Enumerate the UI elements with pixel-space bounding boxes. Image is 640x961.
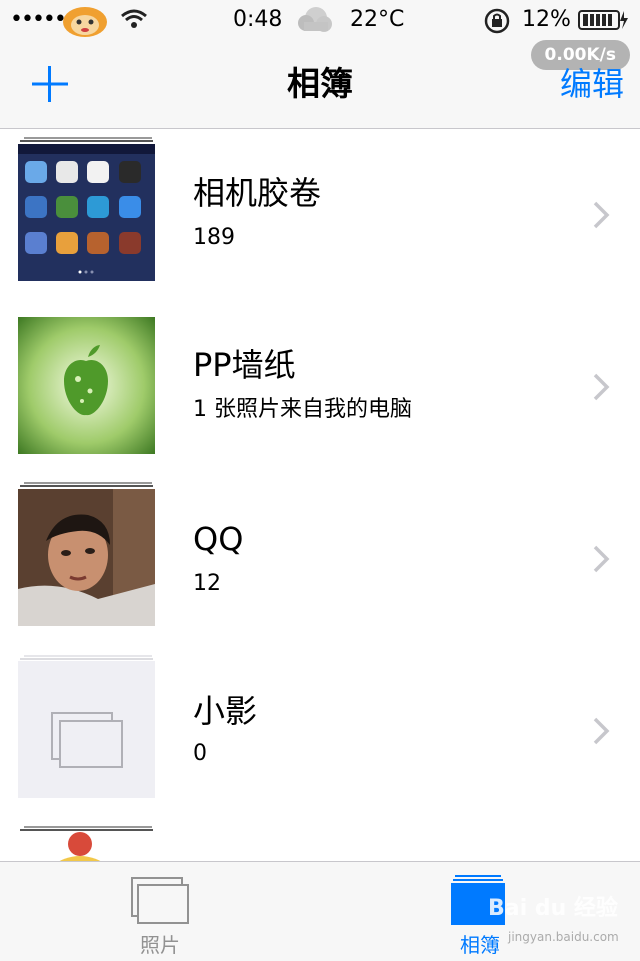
album-count: 1 张照片来自我的电脑 [193,397,412,422]
album-name: PP墙纸 [193,346,296,384]
album-count: 0 [193,741,207,766]
chevron-right-icon [593,717,610,745]
album-name: 小影 [193,692,258,730]
list-item[interactable]: QQ 12 [0,473,640,645]
clock-time: 0:48 [233,7,283,32]
stack-edge [20,658,153,660]
status-bar: ••••• 0:48 22°C 12% [0,0,640,40]
list-item[interactable]: PP墙纸 1 张照片来自我的电脑 [0,301,640,473]
cartoon-character-thumbnail [18,832,155,861]
chevron-right-icon [593,545,610,573]
list-item[interactable]: 相机胶卷 189 [0,129,640,301]
stack-edge [24,137,152,139]
stack-edge [24,826,152,828]
battery-percent: 12% [522,7,571,32]
album-list: 相机胶卷 189 PP墙纸 1 张照片来自我的电脑 QQ 12 小影 0 [0,129,640,861]
baidu-watermark: Bai du 经验 [488,896,618,921]
chevron-right-icon [593,201,610,229]
tab-photos[interactable]: 照片 [60,862,260,961]
stack-edge [20,485,153,487]
stack-edge [20,829,153,831]
list-item[interactable] [0,817,640,861]
stack-edge [24,655,152,657]
navigation-bar: 相簿 0.00K/s 编辑 [0,40,640,129]
edit-button[interactable]: 编辑 [560,62,624,106]
signal-strength: ••••• [10,7,67,32]
empty-album-icon [51,712,123,768]
iphone-homescreen-thumbnail [18,144,155,281]
tab-label: 照片 [140,933,180,957]
chevron-right-icon [593,373,610,401]
photos-icon [131,877,189,924]
wifi-icon [120,8,148,38]
empty-album-placeholder [18,661,155,798]
album-count: 12 [193,571,221,596]
selfie-photo-thumbnail [18,489,155,626]
album-count: 189 [193,225,235,250]
baidu-watermark-url: jingyan.baidu.com [508,930,619,944]
green-apple-wallpaper-thumbnail [18,317,155,454]
temperature: 22°C [350,7,405,32]
rotation-lock-icon [484,8,510,42]
stack-edge [20,140,153,142]
album-name: 相机胶卷 [193,174,322,212]
battery-icon [578,9,630,39]
list-item[interactable]: 小影 0 [0,645,640,817]
album-name: QQ [193,520,244,558]
stack-edge [24,482,152,484]
